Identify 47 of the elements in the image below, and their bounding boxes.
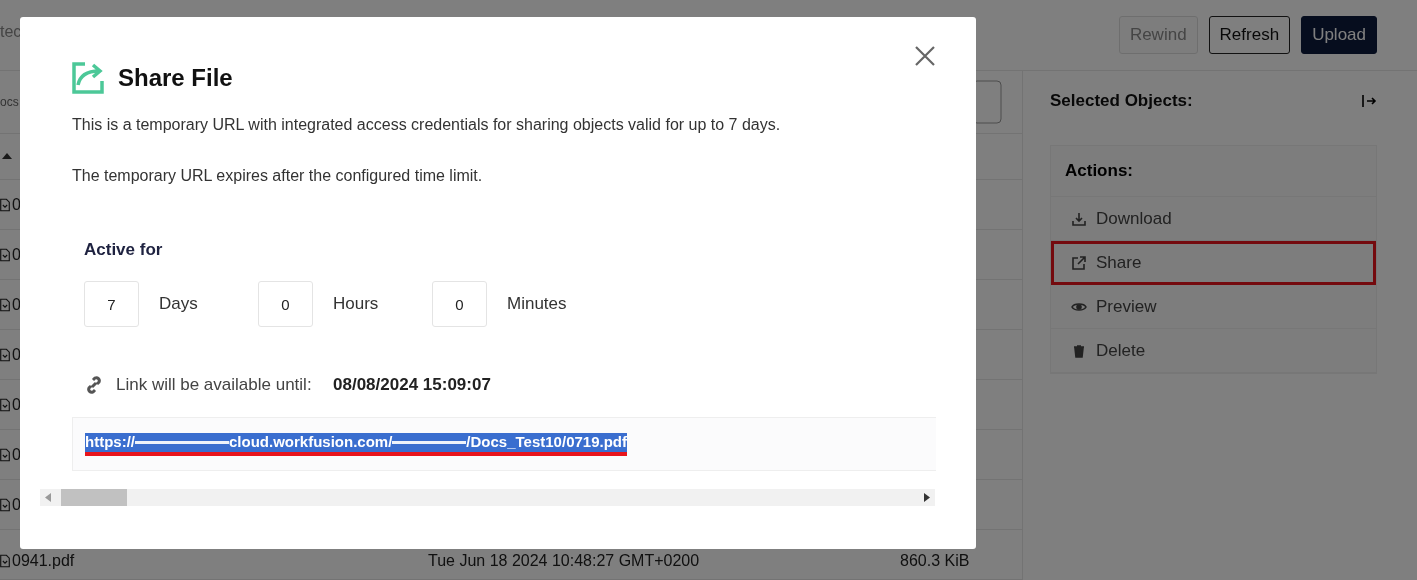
- file-name: 0: [12, 446, 21, 463]
- panel-title: Selected Objects:: [1050, 91, 1193, 111]
- duration-field[interactable]: 7: [84, 281, 139, 327]
- file-name: 0: [12, 346, 21, 363]
- toolbar-button[interactable]: Refresh: [1208, 16, 1291, 54]
- link-icon: [84, 375, 104, 395]
- file-date: Tue Jun 18 2024 10:48:27 GMT+0200: [428, 552, 700, 569]
- section-label: Active for: [84, 240, 164, 260]
- breadcrumb-text: ocs: [0, 94, 19, 109]
- unit-label: Minutes: [507, 294, 567, 314]
- file-name: 0941.pdf: [12, 552, 75, 569]
- toolbar-button[interactable]: Upload: [1301, 16, 1377, 54]
- duration-field[interactable]: 0: [432, 281, 487, 327]
- url-field[interactable]: https:// cloud.workfusion.com/ /Docs_Test10/0719.pdf: [72, 417, 936, 471]
- actions-title: Actions:: [1051, 146, 1376, 197]
- scrollbar[interactable]: [40, 489, 935, 506]
- description-text: This is a temporary URL with integrated access credentials for sharing objects valid for up to 7 days.: [72, 116, 782, 134]
- availability-label: Link will be available until:: [116, 375, 313, 395]
- unit-label: Days: [159, 294, 198, 314]
- action-item[interactable]: Share: [1051, 241, 1376, 285]
- download-icon: [1071, 210, 1087, 227]
- expiry-date: 08/08/2024 15:09:07: [333, 375, 491, 395]
- action-item[interactable]: Preview: [1051, 285, 1376, 329]
- collapse-icon: [1361, 93, 1377, 109]
- action-item[interactable]: Delete: [1051, 329, 1376, 373]
- dialog-title: Share File: [118, 63, 233, 92]
- trash-icon: [1071, 342, 1087, 359]
- file-name: 0: [12, 196, 21, 213]
- close-button[interactable]: [914, 45, 936, 67]
- file-name: 0: [12, 246, 21, 263]
- share-url: https:// cloud.workfusion.com/ /Docs_Test10/0719.pdf: [85, 432, 627, 456]
- file-icon: [0, 552, 10, 570]
- file-name: 0: [12, 496, 21, 513]
- search-text: tec: [0, 23, 22, 41]
- scroll-right-icon[interactable]: [924, 493, 930, 502]
- duration-field[interactable]: 0: [258, 281, 313, 327]
- file-size: 860.3 KiB: [900, 552, 970, 569]
- scroll-left-icon[interactable]: [45, 493, 51, 502]
- action-item[interactable]: Download: [1051, 197, 1376, 241]
- share-icon: [72, 61, 106, 94]
- file-name: 0: [12, 396, 21, 413]
- share-icon: [1071, 254, 1087, 271]
- description-text: The temporary URL expires after the configured time limit.: [72, 167, 484, 185]
- unit-label: Hours: [333, 294, 379, 314]
- sort-icon[interactable]: [2, 153, 12, 160]
- scrollbar-thumb[interactable]: [61, 489, 127, 506]
- file-name: 0: [12, 296, 21, 313]
